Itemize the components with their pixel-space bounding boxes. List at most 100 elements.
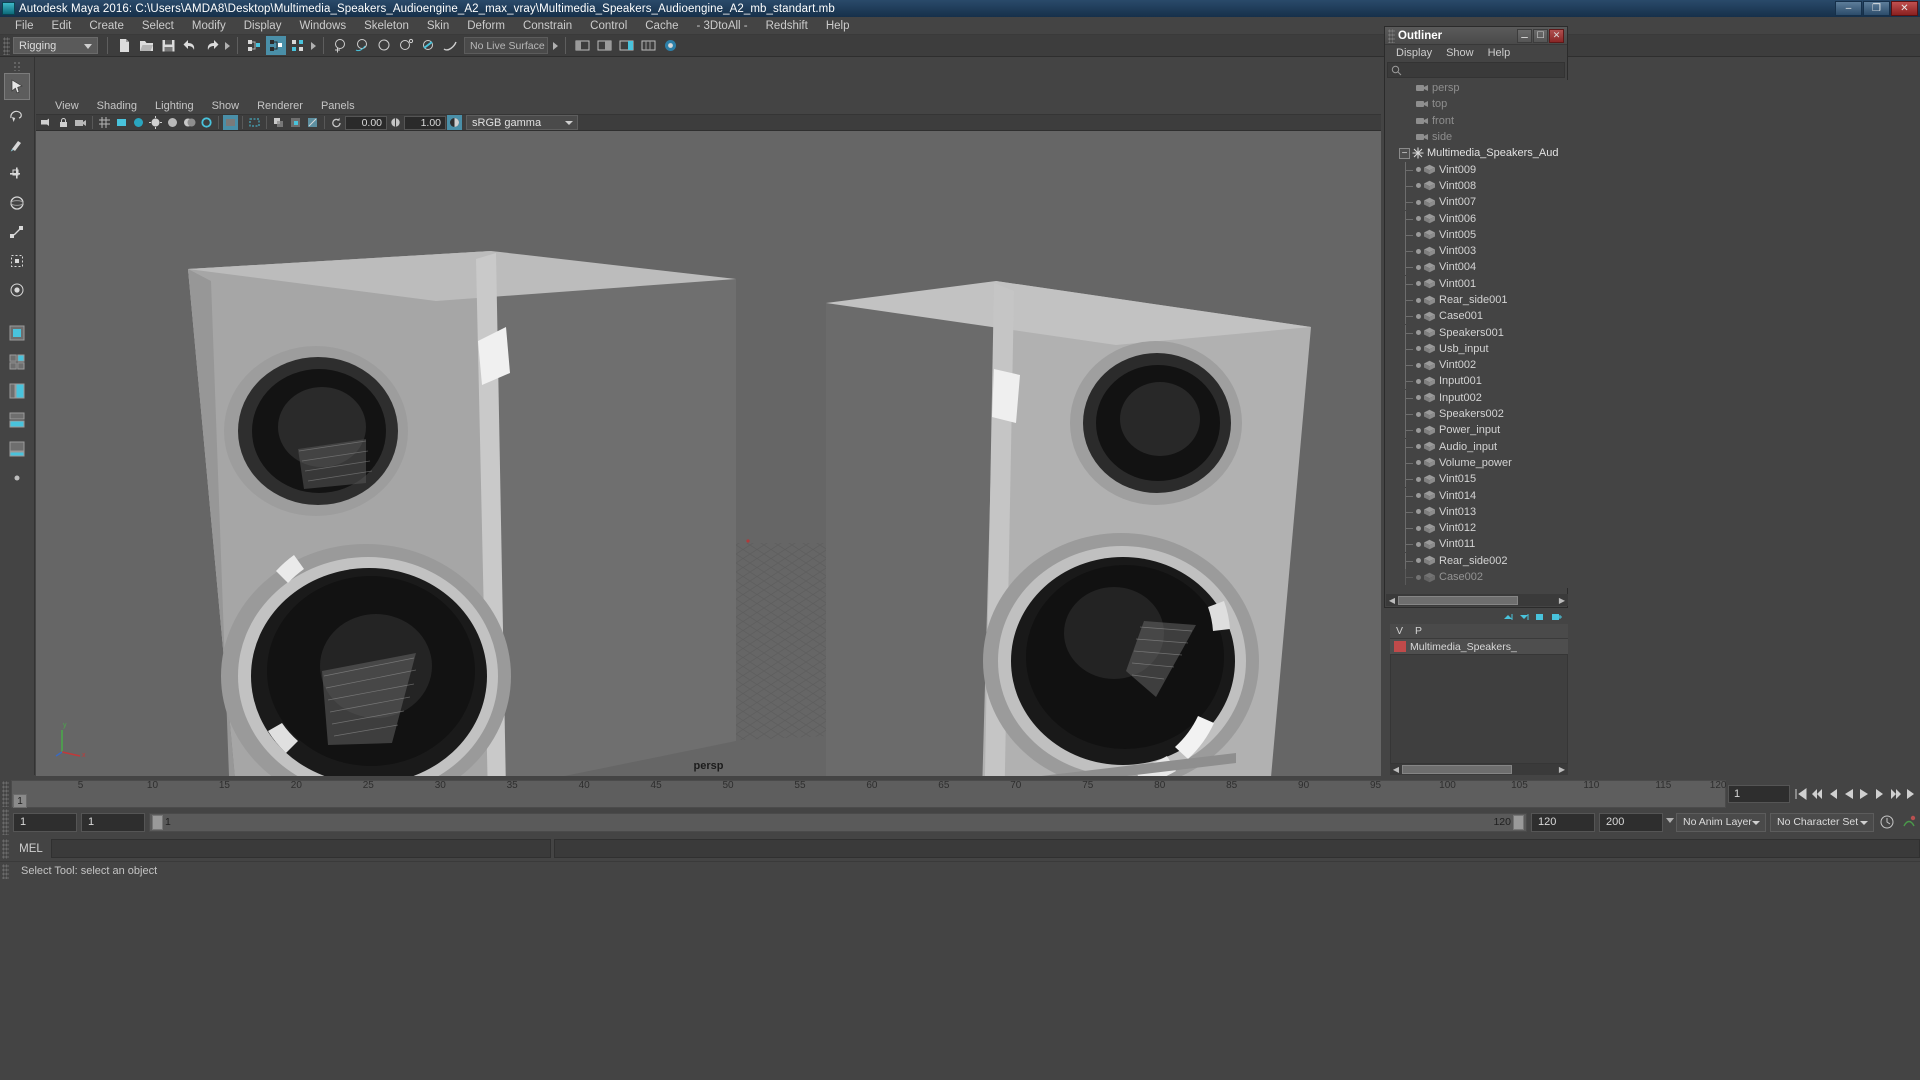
layer-row[interactable]: Multimedia_Speakers_ — [1390, 639, 1568, 654]
tool-settings-icon[interactable] — [616, 36, 636, 55]
command-language-label[interactable]: MEL — [11, 843, 51, 855]
viewport-menu-shading[interactable]: Shading — [88, 98, 146, 114]
expand-toolbar-right-icon[interactable] — [223, 37, 232, 54]
outliner-minimize-button[interactable]: ⚊ — [1517, 28, 1532, 43]
time-slider-grip[interactable] — [2, 781, 9, 807]
current-frame-field[interactable]: 1 — [1728, 785, 1790, 803]
animation-preferences-icon[interactable] — [1900, 813, 1918, 832]
chevron-down-icon[interactable] — [1665, 814, 1674, 831]
outliner-item-mesh[interactable]: Case001 — [1386, 308, 1568, 325]
toolbar-grip[interactable] — [3, 36, 10, 55]
outliner-item-mesh[interactable]: Vint004 — [1386, 259, 1568, 276]
outliner-maximize-button[interactable]: ☐ — [1533, 28, 1548, 43]
viewport-menu-lighting[interactable]: Lighting — [146, 98, 203, 114]
outliner-item-front[interactable]: front — [1386, 113, 1568, 129]
menu-control[interactable]: Control — [581, 17, 636, 35]
range-slider-grip[interactable] — [2, 809, 9, 835]
toolbox-grip[interactable] — [12, 61, 22, 71]
menu-set-selector[interactable]: Rigging — [13, 37, 98, 54]
command-input[interactable] — [51, 839, 551, 858]
play-forwards-icon[interactable] — [1856, 784, 1872, 804]
step-back-keyframe-icon[interactable] — [1808, 784, 1824, 804]
outliner-item-mesh[interactable]: Vint007 — [1386, 194, 1568, 211]
outliner-item-top[interactable]: top — [1386, 96, 1568, 112]
step-forward-keyframe-icon[interactable] — [1888, 784, 1904, 804]
new-layer-from-selected-icon[interactable] — [1550, 611, 1564, 623]
outliner-horizontal-scrollbar[interactable]: ◀ ▶ — [1386, 594, 1568, 606]
attribute-editor-icon[interactable] — [594, 36, 614, 55]
menu-help[interactable]: Help — [817, 17, 859, 35]
exposure-reset-icon[interactable] — [329, 115, 344, 130]
range-end-handle[interactable] — [1513, 814, 1524, 830]
outliner-item-mesh[interactable]: Rear_side001 — [1386, 292, 1568, 308]
snap-to-curve-icon[interactable] — [352, 36, 372, 55]
xray-joints-icon[interactable] — [288, 115, 303, 130]
viewport-menu-renderer[interactable]: Renderer — [248, 98, 312, 114]
step-back-frame-icon[interactable] — [1824, 784, 1840, 804]
default-light-icon[interactable] — [148, 115, 163, 130]
scrollbar-thumb[interactable] — [1402, 765, 1512, 774]
scroll-right-icon[interactable]: ▶ — [1556, 595, 1568, 606]
gamma-field[interactable]: 1.00 — [404, 115, 446, 130]
menu-constrain[interactable]: Constrain — [514, 17, 581, 35]
all-lights-icon[interactable] — [165, 115, 180, 130]
time-slider-track[interactable]: 1 5 10 15 20 25 30 35 40 45 50 55 60 65 … — [11, 780, 1726, 808]
snap-to-point-icon[interactable] — [374, 36, 394, 55]
layer-color-swatch[interactable] — [1394, 641, 1406, 652]
select-by-hierarchy-icon[interactable] — [244, 36, 264, 55]
menu-3dtoall[interactable]: - 3DtoAll - — [688, 17, 757, 35]
live-surface-field[interactable]: No Live Surface — [464, 37, 548, 54]
grid-toggle-icon[interactable] — [97, 115, 112, 130]
scroll-left-icon[interactable]: ◀ — [1390, 764, 1402, 775]
outliner-item-mesh[interactable]: Vint015 — [1386, 471, 1568, 488]
go-to-start-icon[interactable] — [1792, 784, 1808, 804]
select-by-object-icon[interactable] — [266, 36, 286, 55]
outliner-grip[interactable] — [1388, 28, 1395, 43]
layout-persp-graph[interactable] — [4, 435, 30, 462]
anim-end-field[interactable]: 120 — [1531, 812, 1595, 832]
viewport-menu-view[interactable]: View — [46, 98, 88, 114]
go-to-end-icon[interactable] — [1904, 784, 1920, 804]
outliner-item-mesh[interactable]: Vint003 — [1386, 243, 1568, 260]
outliner-item-mesh[interactable]: Vint001 — [1386, 275, 1568, 292]
xray-active-components-icon[interactable] — [305, 115, 320, 130]
make-live-icon[interactable] — [440, 36, 460, 55]
outliner-item-side[interactable]: side — [1386, 129, 1568, 145]
select-camera-icon[interactable] — [39, 115, 54, 130]
select-by-component-icon[interactable] — [288, 36, 308, 55]
outliner-item-mesh[interactable]: Power_input — [1386, 422, 1568, 439]
outliner-item-root-group[interactable]: − Multimedia_Speakers_Aud — [1386, 145, 1568, 161]
outliner-tree[interactable]: persp top front side − Multimedia_Speake… — [1386, 80, 1568, 588]
rotate-tool[interactable] — [4, 189, 30, 216]
outliner-item-mesh[interactable]: Vint008 — [1386, 177, 1568, 194]
menu-redshift[interactable]: Redshift — [757, 17, 817, 35]
outliner-item-mesh[interactable]: Vint006 — [1386, 210, 1568, 227]
perspective-viewport[interactable]: y x persp — [36, 131, 1381, 776]
menu-create[interactable]: Create — [80, 17, 133, 35]
move-layer-up-icon[interactable] — [1502, 611, 1516, 623]
ao-icon[interactable] — [199, 115, 214, 130]
layout-hypergraph[interactable] — [4, 406, 30, 433]
paint-select-tool[interactable] — [4, 131, 30, 158]
snap-to-view-plane-icon[interactable] — [418, 36, 438, 55]
lock-camera-icon[interactable] — [56, 115, 71, 130]
move-tool[interactable] — [4, 160, 30, 187]
wireframe-on-shaded-icon[interactable] — [247, 115, 262, 130]
playback-start-field[interactable]: 1 — [81, 812, 145, 832]
menu-skeleton[interactable]: Skeleton — [355, 17, 418, 35]
anim-layer-selector[interactable]: No Anim Layer — [1676, 812, 1766, 832]
close-button[interactable]: ✕ — [1891, 1, 1918, 16]
menu-cache[interactable]: Cache — [636, 17, 687, 35]
lasso-select-tool[interactable] — [4, 102, 30, 129]
menu-deform[interactable]: Deform — [458, 17, 514, 35]
menu-file[interactable]: File — [6, 17, 43, 35]
image-plane-icon[interactable] — [114, 115, 129, 130]
character-set-selector[interactable]: No Character Set — [1770, 812, 1874, 832]
outliner-search-input[interactable] — [1387, 62, 1565, 78]
exposure-field[interactable]: 0.00 — [345, 115, 387, 130]
expand-snap-options-icon[interactable] — [551, 37, 560, 54]
layout-single-perspective[interactable] — [4, 319, 30, 346]
outliner-item-mesh[interactable]: Usb_input — [1386, 340, 1568, 357]
outliner-close-button[interactable]: ✕ — [1549, 28, 1564, 43]
color-management-icon[interactable] — [447, 115, 462, 130]
